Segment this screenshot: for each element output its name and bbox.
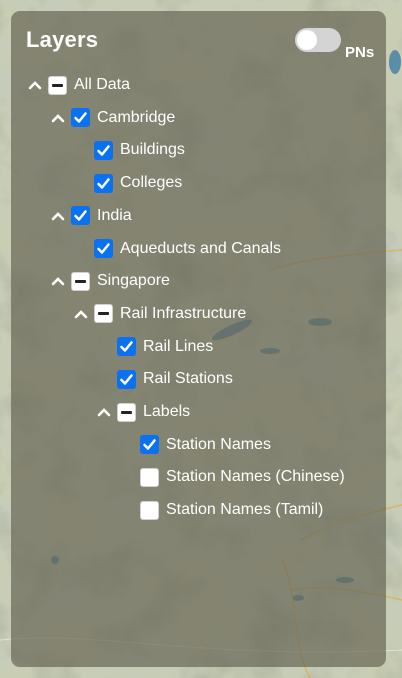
all-data-label: All Data <box>74 76 131 93</box>
india-label: India <box>97 206 132 224</box>
layer-row-rail-stations[interactable]: Rail Stations <box>117 368 233 390</box>
singapore-checkbox[interactable] <box>71 271 90 291</box>
checkmark-icon <box>120 341 133 352</box>
colleges-label: Colleges <box>120 174 183 192</box>
layer-row-aqueducts[interactable]: Aqueducts and Canals <box>94 238 281 260</box>
indeterminate-dash-icon <box>75 279 86 283</box>
checkmark-icon <box>97 243 110 254</box>
cambridge-checkbox[interactable] <box>71 108 90 128</box>
checkmark-icon <box>143 439 156 450</box>
chevron-up-icon[interactable] <box>49 270 67 292</box>
layer-row-cambridge[interactable]: Cambridge <box>49 107 175 129</box>
checkmark-icon <box>74 210 87 222</box>
layer-row-station-names[interactable]: Station Names <box>140 434 271 456</box>
layer-row-station-names-tamil[interactable]: Station Names (Tamil) <box>140 499 323 521</box>
checkmark-icon <box>97 177 110 189</box>
station-names-label: Station Names <box>166 435 271 453</box>
indeterminate-dash-icon <box>52 83 63 87</box>
colleges-checkbox[interactable] <box>94 173 113 193</box>
buildings-label: Buildings <box>120 141 185 159</box>
aqueducts-label: Aqueducts and Canals <box>120 239 281 257</box>
layer-row-labels[interactable]: Labels <box>95 401 190 423</box>
toggle-knob <box>297 30 317 50</box>
all-data-checkbox[interactable] <box>48 75 67 95</box>
rail-lines-label: Rail Lines <box>143 337 214 355</box>
pn-toggle-label: PNs <box>345 44 375 61</box>
layer-row-india[interactable]: India <box>49 205 132 227</box>
layer-row-rail-lines[interactable]: Rail Lines <box>117 336 213 358</box>
indeterminate-dash-icon <box>121 410 132 414</box>
checkmark-icon <box>97 145 110 156</box>
buildings-checkbox[interactable] <box>94 140 113 160</box>
station-names-chinese-label: Station Names (Chinese) <box>166 468 345 486</box>
layer-row-colleges[interactable]: Colleges <box>94 172 182 194</box>
indeterminate-dash-icon <box>98 312 109 316</box>
rail-lines-checkbox[interactable] <box>117 337 136 357</box>
rail-stations-checkbox[interactable] <box>117 369 136 389</box>
station-names-tamil-label: Station Names (Tamil) <box>166 501 324 519</box>
chevron-up-icon[interactable] <box>72 303 90 325</box>
layer-row-buildings[interactable]: Buildings <box>94 139 185 161</box>
layer-row-singapore[interactable]: Singapore <box>49 270 170 292</box>
checkmark-icon <box>120 374 133 385</box>
rail-infra-label: Rail Infrastructure <box>120 304 247 322</box>
labels-checkbox[interactable] <box>117 402 136 422</box>
layers-panel: Layers PNs All Data Cambridge Buildings Col… <box>11 11 386 667</box>
chevron-up-icon[interactable] <box>49 205 67 227</box>
aqueducts-checkbox[interactable] <box>94 239 113 258</box>
rail-stations-label: Rail Stations <box>143 370 233 388</box>
station-names-chinese-checkbox[interactable] <box>140 467 159 487</box>
panel-title: Layers <box>26 27 99 52</box>
cambridge-label: Cambridge <box>97 108 176 126</box>
india-checkbox[interactable] <box>71 206 90 226</box>
layer-row-station-names-chinese[interactable]: Station Names (Chinese) <box>140 466 345 488</box>
layer-row-all-data[interactable]: All Data <box>26 74 130 96</box>
chevron-up-icon[interactable] <box>26 74 44 96</box>
labels-label: Labels <box>143 403 191 420</box>
station-names-checkbox[interactable] <box>140 435 159 455</box>
layer-row-rail-infra[interactable]: Rail Infrastructure <box>72 303 246 325</box>
chevron-up-icon[interactable] <box>49 107 67 129</box>
station-names-tamil-checkbox[interactable] <box>140 500 159 520</box>
pn-toggle-switch[interactable] <box>295 28 341 52</box>
checkmark-icon <box>74 112 87 123</box>
singapore-label: Singapore <box>97 272 170 290</box>
rail-infra-checkbox[interactable] <box>94 304 113 324</box>
chevron-up-icon[interactable] <box>95 401 113 423</box>
